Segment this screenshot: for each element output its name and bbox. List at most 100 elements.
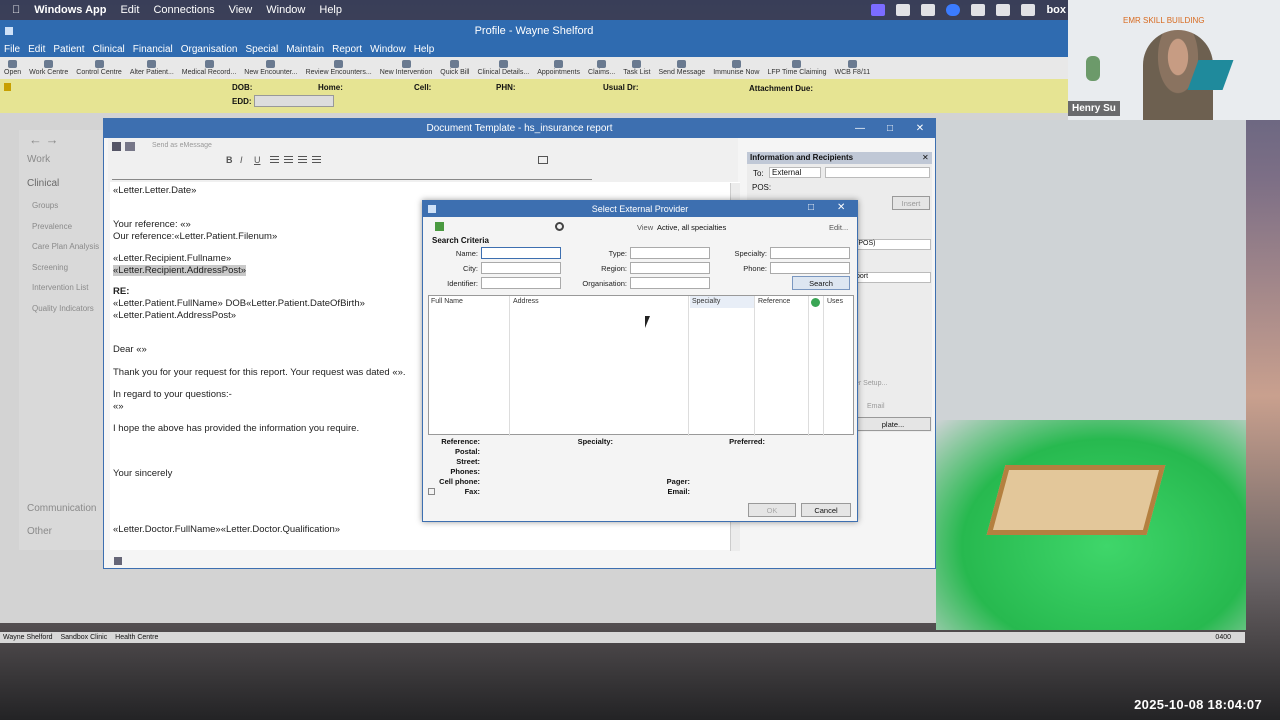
menu-window[interactable]: Window (266, 4, 305, 16)
insert-button[interactable]: Insert (892, 196, 930, 210)
col-preferred-icon[interactable] (811, 298, 820, 307)
cancel-button[interactable]: Cancel (801, 503, 851, 517)
nav-groups[interactable]: Groups (32, 201, 58, 210)
align-right-icon[interactable] (298, 156, 307, 164)
align-left-icon[interactable] (270, 156, 279, 164)
region-select[interactable] (630, 262, 710, 274)
nav-prevalence[interactable]: Prevalence (32, 222, 72, 231)
type-select[interactable] (630, 247, 710, 259)
minimize-icon[interactable]: — (845, 119, 875, 138)
menu-edit[interactable]: Edit (28, 44, 45, 55)
cloud-icon[interactable] (921, 4, 936, 16)
menu-file[interactable]: File (4, 44, 20, 55)
status-print-icon[interactable] (114, 557, 122, 565)
doc-line-date[interactable]: «Letter.Letter.Date» (113, 185, 196, 196)
identifier-input[interactable] (481, 277, 561, 289)
setup-link[interactable]: er Setup... (855, 380, 887, 387)
menu-special[interactable]: Special (245, 44, 278, 55)
phone-input[interactable] (770, 262, 850, 274)
print-icon[interactable] (125, 142, 135, 151)
back-icon[interactable]: ← → (29, 132, 59, 147)
save-icon[interactable] (112, 142, 121, 151)
menu-clinical[interactable]: Clinical (93, 44, 125, 55)
table-icon[interactable] (538, 156, 548, 164)
add-provider-icon[interactable] (435, 222, 444, 231)
menu-patient[interactable]: Patient (53, 44, 84, 55)
toolbar-medical-record[interactable]: Medical Record... (178, 60, 240, 79)
col-address[interactable]: Address (511, 296, 689, 308)
close-icon[interactable]: ✕ (905, 119, 935, 138)
toolbar-work-centre[interactable]: Work Centre (25, 60, 72, 79)
provider-results-grid[interactable]: Full Name Address Specialty Reference Us… (428, 295, 854, 436)
organisation-input[interactable] (630, 277, 710, 289)
menu-financial[interactable]: Financial (133, 44, 173, 55)
zoom-icon[interactable] (946, 4, 961, 16)
info-close-icon[interactable]: ✕ (922, 153, 929, 162)
col-reference[interactable]: Reference (756, 296, 808, 308)
apple-icon[interactable]:  (12, 4, 20, 16)
name-input[interactable] (481, 247, 561, 259)
toolbar-control-centre[interactable]: Control Centre (72, 60, 126, 79)
screen-share-icon[interactable] (871, 4, 886, 16)
search-button[interactable]: Search (792, 276, 850, 290)
doc-line-doctor[interactable]: «Letter.Doctor.FullName»«Letter.Doctor.Q… (113, 524, 340, 535)
menu-report[interactable]: Report (332, 44, 362, 55)
specialty-select[interactable] (770, 247, 850, 259)
nav-communication[interactable]: Communication (27, 503, 96, 514)
edit-link[interactable]: Edit... (829, 223, 848, 232)
toolbar-task-list[interactable]: Task List (619, 60, 654, 79)
dialog-maximize-icon[interactable]: □ (808, 202, 814, 213)
doc-line-thanks[interactable]: Thank you for your request for this repo… (113, 367, 406, 378)
dialog-close-icon[interactable]: ✕ (837, 202, 845, 213)
bird-icon[interactable] (971, 4, 986, 16)
doc-line-your-ref[interactable]: Your reference: «» (113, 219, 191, 230)
align-center-icon[interactable] (284, 156, 293, 164)
camera-icon[interactable] (996, 4, 1011, 16)
menu-maintain[interactable]: Maintain (286, 44, 324, 55)
doc-line-recipient-address[interactable]: «Letter.Recipient.AddressPost» (113, 265, 247, 276)
doc-line-re[interactable]: RE: (113, 286, 129, 297)
doc-line-questions[interactable]: In regard to your questions:- (113, 389, 232, 400)
menu-organisation[interactable]: Organisation (181, 44, 238, 55)
nav-quality-indicators[interactable]: Quality Indicators (32, 304, 94, 313)
col-uses[interactable]: Uses (825, 296, 853, 308)
city-input[interactable] (481, 262, 561, 274)
ruler[interactable] (112, 171, 592, 180)
box-icon[interactable]: box (1046, 4, 1066, 16)
toolbar-wcb[interactable]: WCB F8/11 (831, 60, 875, 79)
ok-button[interactable]: OK (748, 503, 796, 517)
toolbar-immunise-now[interactable]: Immunise Now (709, 60, 763, 79)
nav-work[interactable]: Work (27, 154, 50, 165)
edd-field[interactable] (254, 95, 334, 107)
menu-help[interactable]: Help (319, 4, 342, 16)
nav-intervention-list[interactable]: Intervention List (32, 283, 88, 292)
menu-window[interactable]: Window (370, 44, 406, 55)
toolbar-new-intervention[interactable]: New Intervention (376, 60, 437, 79)
bold-icon[interactable]: B (226, 155, 233, 165)
toolbar-open[interactable]: Open (0, 60, 25, 79)
search-icon[interactable] (555, 222, 564, 231)
toolbar-quick-bill[interactable]: Quick Bill (436, 60, 473, 79)
justify-icon[interactable] (312, 156, 321, 164)
col-specialty[interactable]: Specialty (690, 296, 754, 308)
nav-screening[interactable]: Screening (32, 263, 68, 272)
doc-line-our-ref[interactable]: Our reference:«Letter.Patient.Filenum» (113, 231, 277, 242)
view-select[interactable]: Active, all specialties (657, 223, 827, 232)
menu-app[interactable]: Windows App (34, 4, 106, 16)
template-button[interactable]: plate... (855, 417, 931, 431)
to-select[interactable]: External (769, 167, 821, 178)
note-icon[interactable] (4, 83, 11, 91)
toolbar-new-encounter[interactable]: New Encounter... (240, 60, 301, 79)
menu-connections[interactable]: Connections (153, 4, 214, 16)
doc-line-blank-field[interactable]: «» (113, 401, 124, 412)
doc-line-hope[interactable]: I hope the above has provided the inform… (113, 423, 359, 434)
toolbar-clinical-details[interactable]: Clinical Details... (473, 60, 533, 79)
send-emessage-button[interactable]: Send as eMessage (152, 142, 212, 149)
doc-line-patient[interactable]: «Letter.Patient.FullName» DOB«Letter.Pat… (113, 298, 365, 309)
toolbar-review-encounters[interactable]: Review Encounters... (302, 60, 376, 79)
nav-other[interactable]: Other (27, 526, 52, 537)
nav-care-plan[interactable]: Care Plan Analysis (32, 242, 99, 251)
menu-help[interactable]: Help (414, 44, 435, 55)
doc-line-recipient-name[interactable]: «Letter.Recipient.Fullname» (113, 253, 231, 264)
shield-icon[interactable] (1021, 4, 1036, 16)
